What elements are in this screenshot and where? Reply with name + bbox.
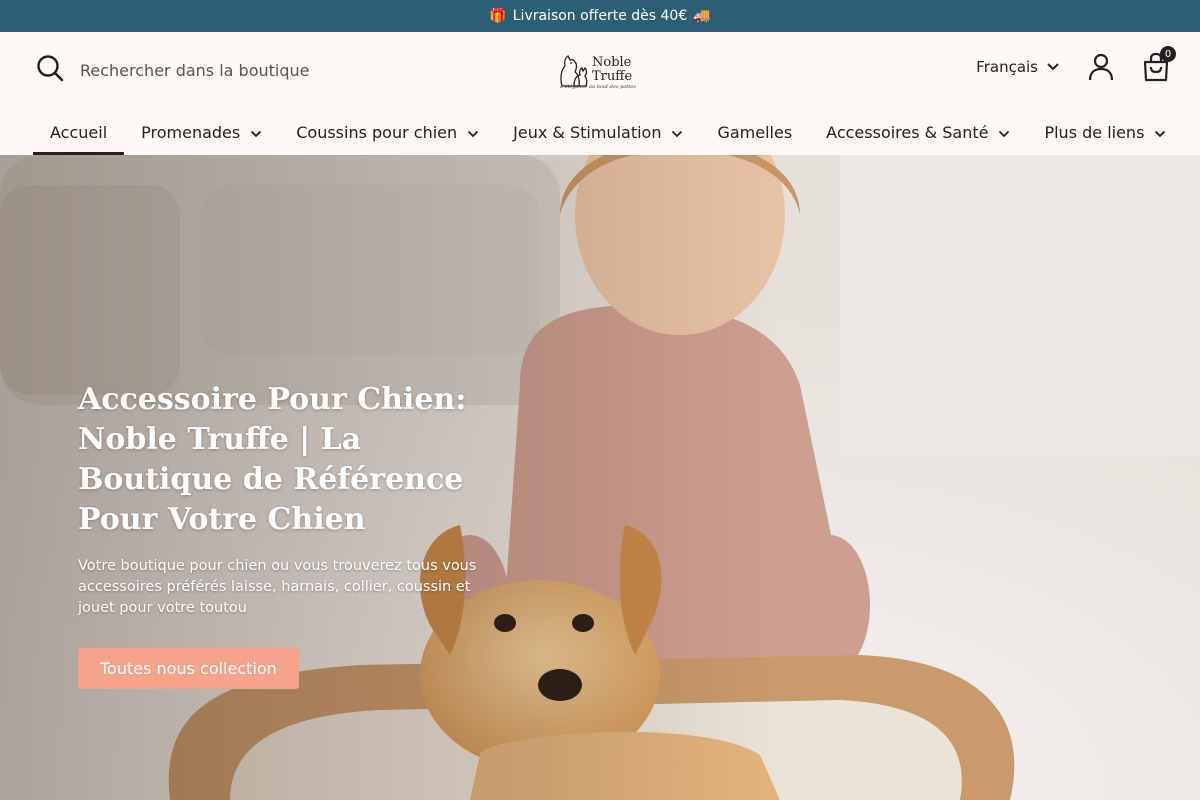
- nav-item-accessoires[interactable]: Accessoires & Santé: [809, 114, 1027, 155]
- nav-item-label: Gamelles: [717, 123, 793, 142]
- nav-item-label: Accessoires & Santé: [826, 123, 989, 142]
- cart-count-badge: 0: [1160, 46, 1176, 62]
- truck-icon: 🚚: [693, 8, 711, 24]
- nav-item-promenades[interactable]: Promenades: [124, 114, 279, 155]
- search-icon[interactable]: [36, 54, 64, 86]
- nav-item-jeux[interactable]: Jeux & Stimulation: [496, 114, 700, 155]
- nav-item-plus-de-liens[interactable]: Plus de liens: [1027, 114, 1183, 155]
- hero-content: Accessoire Pour Chien: Noble Truffe | La…: [78, 380, 508, 689]
- cart-button[interactable]: 0: [1142, 46, 1176, 82]
- gift-icon: 🎁: [489, 8, 507, 24]
- nav-item-gamelles[interactable]: Gamelles: [700, 114, 809, 155]
- logo-tagline: L'élégance au bout des pattes: [560, 84, 636, 90]
- nav-item-label: Promenades: [141, 123, 241, 142]
- announcement-bar: 🎁 Livraison offerte dès 40€ 🚚: [0, 0, 1200, 32]
- nav-item-coussins[interactable]: Coussins pour chien: [279, 114, 496, 155]
- chevron-down-icon: [1046, 58, 1060, 76]
- logo-name-line2: Truffe: [592, 69, 633, 84]
- language-selector[interactable]: Français: [976, 58, 1060, 76]
- logo[interactable]: Noble Truffe L'élégance au bout des patt…: [556, 44, 646, 96]
- chevron-down-icon: [1154, 123, 1166, 142]
- search-input[interactable]: [80, 56, 340, 84]
- chevron-down-icon: [467, 123, 479, 142]
- chevron-down-icon: [671, 123, 683, 142]
- chevron-down-icon: [998, 123, 1010, 142]
- logo-name-line1: Noble: [592, 55, 632, 70]
- site-header: Noble Truffe L'élégance au bout des patt…: [0, 32, 1200, 155]
- hero-subtitle: Votre boutique pour chien ou vous trouve…: [78, 558, 477, 616]
- search-bar: [36, 54, 340, 86]
- chevron-down-icon: [250, 123, 262, 142]
- language-label: Français: [976, 58, 1038, 76]
- account-icon[interactable]: [1088, 53, 1114, 81]
- main-nav: Accueil Promenades Coussins pour chien J…: [33, 114, 1183, 155]
- announcement-text: Livraison offerte dès 40€: [512, 8, 688, 24]
- nav-item-label: Jeux & Stimulation: [513, 123, 662, 142]
- hero-cta-button[interactable]: Toutes nous collection: [78, 648, 299, 689]
- hero-banner: Accessoire Pour Chien: Noble Truffe | La…: [0, 155, 1200, 800]
- hero-title: Accessoire Pour Chien: Noble Truffe | La…: [78, 382, 467, 537]
- nav-item-accueil[interactable]: Accueil: [33, 114, 125, 155]
- nav-item-label: Accueil: [50, 123, 108, 142]
- nav-item-label: Coussins pour chien: [296, 123, 458, 142]
- header-tools: Français 0: [976, 46, 1176, 82]
- nav-item-label: Plus de liens: [1044, 123, 1145, 142]
